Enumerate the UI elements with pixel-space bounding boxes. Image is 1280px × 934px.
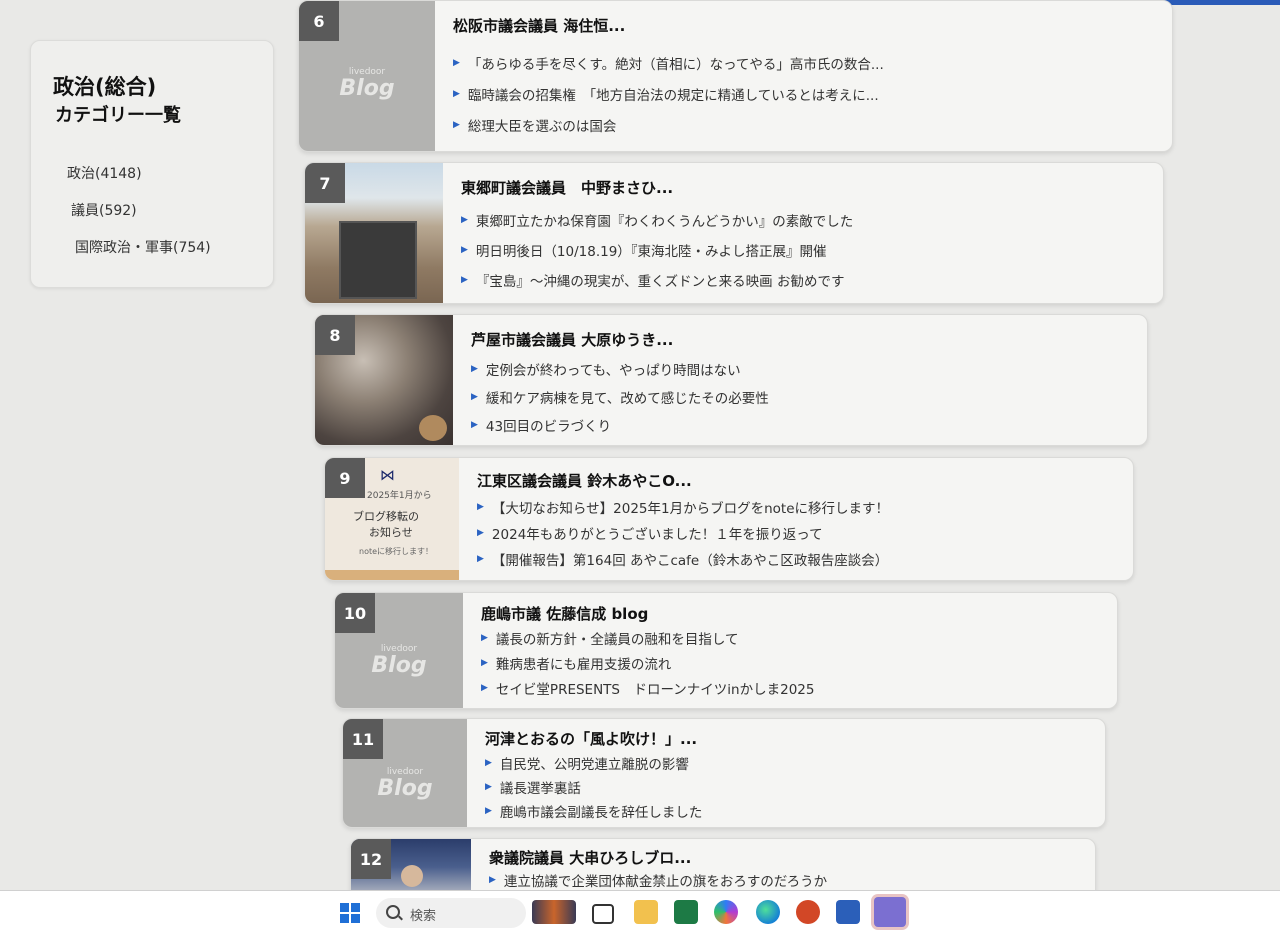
- blog-title-link[interactable]: 東郷町議会議員 中野まさひ...: [461, 177, 673, 198]
- person-head: [401, 865, 423, 887]
- post-link[interactable]: 議長の新方針・全議員の融和を目指して: [481, 625, 1107, 650]
- task-view-icon[interactable]: [592, 904, 614, 924]
- ranking-card[interactable]: 7 東郷町議会議員 中野まさひ... 東郷町立たかね保育園『わくわくうんどうかい…: [304, 162, 1164, 304]
- blog-thumbnail[interactable]: 7: [305, 163, 443, 303]
- ranking-card[interactable]: 6 livedoorBlog 松阪市議会議員 海住恒... 「あらゆる手を尽くす…: [298, 0, 1173, 152]
- lamp-base: [419, 415, 447, 441]
- post-link[interactable]: 緩和ケア病棟を見て、改めて感じたその必要性: [471, 383, 1137, 411]
- blog-title-link[interactable]: 鹿嶋市議 佐藤信成 blog: [481, 603, 648, 624]
- post-link[interactable]: 議長選挙裏話: [485, 775, 1095, 799]
- post-link[interactable]: 43回目のビラづくり: [471, 411, 1137, 439]
- post-link[interactable]: 総理大臣を選ぶのは国会: [453, 109, 1162, 140]
- ranking-card[interactable]: 11 livedoorBlog 河津とおるの「風よ吹け！」... 自民党、公明党…: [342, 718, 1106, 828]
- blog-thumbnail[interactable]: 11 livedoor Blog: [343, 719, 467, 827]
- category-link-politics[interactable]: 政治(4148): [67, 161, 211, 198]
- widgets-icon[interactable]: [532, 900, 576, 924]
- blog-thumbnail[interactable]: 10 livedoor Blog: [335, 593, 463, 708]
- excel-icon[interactable]: [674, 900, 698, 924]
- post-link[interactable]: セイビ堂PRESENTS ドローンナイツinかしま2025: [481, 675, 1107, 700]
- post-link[interactable]: 鹿嶋市議会副議長を辞任しました: [485, 799, 1095, 823]
- blog-title-link[interactable]: 江東区議会議員 鈴木あやこO...: [477, 470, 692, 491]
- ranking-card[interactable]: 9 ⋈ 2025年1月から ブログ移転の お知らせ noteに移行します！ 江東…: [324, 457, 1134, 581]
- blog-title-link[interactable]: 衆議院議員 大串ひろしブロ...: [489, 847, 691, 868]
- post-link[interactable]: 連立協議で企業団体献金禁止の旗をおろすのだろうか: [489, 869, 1085, 891]
- post-link[interactable]: 【開催報告】第164回 あやこcafe（鈴木あやこ区政報告座談会）: [477, 546, 1123, 572]
- category-sidebar: 政治(総合) カテゴリー一覧 政治(4148) 議員(592) 国際政治・軍事(…: [30, 40, 274, 288]
- rank-badge: 8: [315, 315, 355, 355]
- livedoor-blog-logo: livedoor Blog: [377, 766, 433, 801]
- notice-line1: ブログ移転の: [353, 510, 419, 523]
- edge-icon[interactable]: [756, 900, 780, 924]
- post-link[interactable]: 明日明後日（10/18.19）『東海北陸・みよし搭正展』開催: [461, 235, 1153, 265]
- word-icon[interactable]: [836, 900, 860, 924]
- category-link-international[interactable]: 国際政治・軍事(754): [75, 235, 211, 272]
- ranking-card[interactable]: 10 livedoorBlog 鹿嶋市議 佐藤信成 blog 議長の新方針・全議…: [334, 592, 1118, 709]
- sidebar-subtitle: カテゴリー一覧: [55, 105, 181, 126]
- blog-title-link[interactable]: 松阪市議会議員 海住恒...: [453, 15, 625, 36]
- search-placeholder: 検索: [410, 909, 437, 924]
- category-link-legislators[interactable]: 議員(592): [71, 198, 211, 235]
- taskbar-search[interactable]: 検索: [376, 898, 526, 928]
- post-link[interactable]: 2024年もありがとうございました！１年を振り返って: [477, 520, 1123, 546]
- livedoor-blog-logo: livedoor Blog: [339, 67, 395, 101]
- copilot-icon[interactable]: [714, 900, 738, 924]
- rank-badge: 10: [335, 593, 375, 633]
- blog-title-link[interactable]: 河津とおるの「風よ吹け！」...: [485, 728, 697, 749]
- category-list: 政治(4148) 議員(592) 国際政治・軍事(754): [67, 161, 211, 272]
- ranking-card[interactable]: 8 芦屋市議会議員 大原ゆうき... 定例会が終わっても、やっぱり時間はない 緩…: [314, 314, 1148, 446]
- post-link[interactable]: 『宝島』〜沖縄の現実が、重くズドンと来る映画 お勧めです: [461, 265, 1153, 295]
- rank-badge: 7: [305, 163, 345, 203]
- post-link[interactable]: 臨時議会の招集権 「地方自治法の規定に精通しているとは考えに...: [453, 78, 1162, 109]
- blog-title-link[interactable]: 芦屋市議会議員 大原ゆうき...: [471, 329, 673, 350]
- rank-badge: 11: [343, 719, 383, 759]
- post-link[interactable]: 難病患者にも雇用支援の流れ: [481, 650, 1107, 675]
- blog-thumbnail[interactable]: 8: [315, 315, 453, 445]
- teams-icon[interactable]: [874, 897, 906, 927]
- notice-line2: お知らせ: [369, 526, 413, 539]
- post-link[interactable]: 【大切なお知らせ】2025年1月からブログをnoteに移行します！: [477, 494, 1123, 520]
- post-link[interactable]: 定例会が終わっても、やっぱり時間はない: [471, 355, 1137, 383]
- post-link[interactable]: 自民党、公明党連立離脱の影響: [485, 751, 1095, 775]
- powerpoint-icon[interactable]: [796, 900, 820, 924]
- bow-tie-icon: ⋈: [380, 466, 395, 484]
- post-link[interactable]: 東郷町立たかね保育園『わくわくうんどうかい』の素敵でした: [461, 205, 1153, 235]
- livedoor-blog-logo: livedoor Blog: [371, 643, 427, 678]
- post-link[interactable]: 「あらゆる手を尽くす。絶対（首相に）なってやる」高市氏の数合...: [453, 47, 1162, 78]
- blog-thumbnail[interactable]: 9 ⋈ 2025年1月から ブログ移転の お知らせ noteに移行します！: [325, 458, 459, 580]
- taskbar: 検索: [0, 890, 1280, 934]
- notice-year: 2025年1月から: [367, 491, 432, 501]
- rank-badge: 6: [299, 1, 339, 41]
- rank-badge: 9: [325, 458, 365, 498]
- wood-strip: [325, 570, 459, 580]
- windows-start-icon[interactable]: [340, 903, 360, 923]
- sidebar-title: 政治(総合): [53, 75, 157, 99]
- notice-line3: noteに移行します！: [359, 547, 434, 556]
- photo-sign: [339, 221, 417, 299]
- blog-thumbnail[interactable]: 6 livedoor Blog: [299, 1, 435, 151]
- rank-badge: 12: [351, 839, 391, 879]
- search-icon: [386, 905, 400, 919]
- file-explorer-icon[interactable]: [634, 900, 658, 924]
